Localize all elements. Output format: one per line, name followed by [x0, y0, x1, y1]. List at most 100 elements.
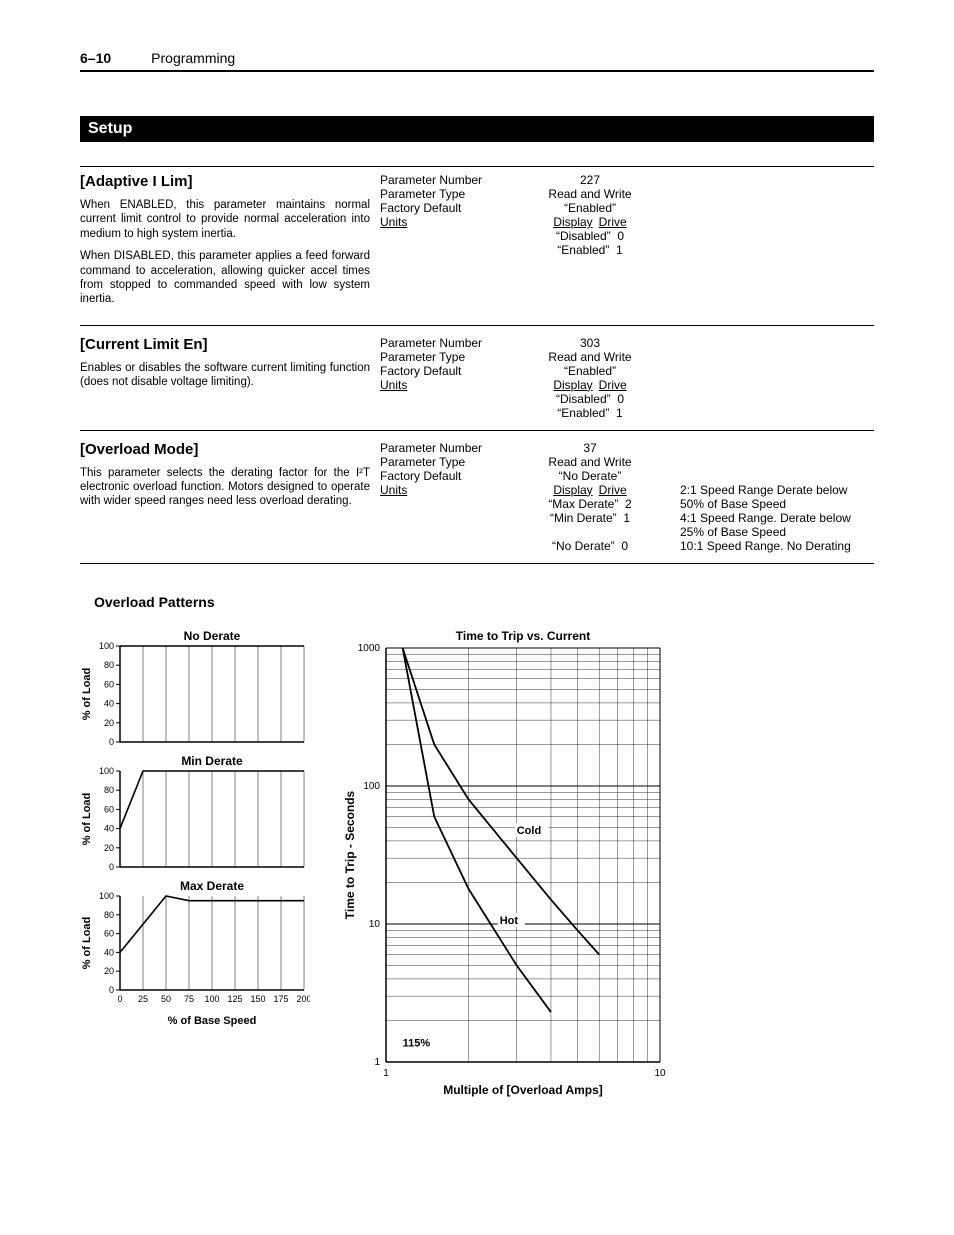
- svg-text:25: 25: [138, 994, 148, 1004]
- unit-description: 2:1 Speed Range Derate below 50% of Base…: [680, 483, 874, 511]
- unit-description: [680, 406, 874, 420]
- factory-default-value: “No Derate”: [500, 469, 680, 483]
- parameter-description: When ENABLED, this parameter maintains n…: [80, 198, 370, 241]
- y-tick-label: 80: [104, 660, 114, 670]
- derate-chart: 0 20 40 60 80 100 Min Derate % of Load: [80, 753, 310, 873]
- y-tick-label: 20: [104, 717, 114, 727]
- unit-display-value: “No Derate”: [552, 539, 615, 553]
- unit-drive-value: 0: [621, 539, 628, 553]
- y-tick-label: 0: [109, 862, 114, 872]
- param-number-label: Parameter Number: [380, 441, 500, 455]
- y-tick-label: 100: [363, 781, 380, 792]
- param-number-value: 37: [500, 441, 680, 455]
- parameter-title: [Current Limit En]: [80, 336, 370, 353]
- svg-text:75: 75: [184, 994, 194, 1004]
- units-display-header: Display: [553, 215, 592, 229]
- svg-text:175: 175: [273, 994, 288, 1004]
- unit-drive-value: 1: [616, 406, 623, 420]
- parameter-title: [Adaptive I Lim]: [80, 173, 370, 190]
- chart-annotation: Hot: [500, 915, 519, 927]
- y-tick-label: 60: [104, 804, 114, 814]
- units-display-header: Display: [553, 378, 592, 392]
- parameter-block: [Overload Mode] This parameter selects t…: [80, 441, 874, 564]
- param-number-value: 227: [500, 173, 680, 187]
- chapter-title: Programming: [151, 50, 235, 66]
- time-to-trip-chart: 1 10 100 1000 1 10 Cold Hot 115% Time to Trip vs.…: [340, 628, 670, 1098]
- y-axis-label: % of Load: [81, 792, 93, 845]
- x-axis-label: Multiple of [Overload Amps]: [443, 1083, 603, 1097]
- svg-text:40: 40: [104, 947, 114, 957]
- units-label: Units: [380, 215, 407, 229]
- unit-description: [680, 378, 874, 406]
- y-axis-label: Time to Trip - Seconds: [343, 790, 357, 919]
- y-tick-label: 80: [104, 785, 114, 795]
- parameter-block: [Current Limit En] Enables or disables t…: [80, 336, 874, 431]
- chart-title: Time to Trip vs. Current: [456, 629, 590, 643]
- y-tick-label: 10: [369, 919, 381, 930]
- param-type-label: Parameter Type: [380, 455, 500, 469]
- svg-text:125: 125: [227, 994, 242, 1004]
- svg-text:150: 150: [250, 994, 265, 1004]
- factory-default-value: “Enabled”: [500, 201, 680, 215]
- unit-drive-value: 1: [616, 243, 623, 257]
- factory-default-label: Factory Default: [380, 469, 500, 483]
- y-tick-label: 1: [374, 1057, 380, 1068]
- derate-chart: 0 20 40 60 80 100 0 25 50 75 100 125 150 175 200 Max De…: [80, 878, 310, 1028]
- y-tick-label: 1000: [358, 643, 381, 654]
- unit-display-value: “Disabled”: [556, 392, 611, 406]
- param-type-value: Read and Write: [500, 350, 680, 364]
- units-drive-header: Drive: [599, 215, 627, 229]
- y-tick-label: 40: [104, 698, 114, 708]
- unit-display-value: “Enabled”: [557, 243, 609, 257]
- unit-display-value: “Enabled”: [557, 406, 609, 420]
- svg-text:0: 0: [109, 985, 114, 995]
- svg-text:0: 0: [117, 994, 122, 1004]
- units-label: Units: [380, 483, 407, 497]
- parameter-title: [Overload Mode]: [80, 441, 370, 458]
- x-tick-label: 1: [383, 1068, 389, 1079]
- unit-display-value: “Min Derate”: [550, 511, 617, 525]
- section-title: Setup: [80, 116, 874, 142]
- unit-display-value: “Disabled”: [556, 229, 611, 243]
- y-tick-label: 40: [104, 823, 114, 833]
- svg-text:100: 100: [99, 891, 114, 901]
- units-display-header: Display: [553, 483, 592, 497]
- factory-default-label: Factory Default: [380, 201, 500, 215]
- x-axis-label: % of Base Speed: [168, 1015, 257, 1027]
- y-tick-label: 100: [99, 641, 114, 651]
- derate-chart: 020406080100No Derate% of Load: [80, 628, 310, 748]
- unit-drive-value: 2: [625, 497, 632, 511]
- unit-drive-value: 0: [617, 229, 624, 243]
- unit-description: 10:1 Speed Range. No Derating: [680, 539, 874, 553]
- chart-title: No Derate: [184, 629, 241, 643]
- svg-text:200: 200: [296, 994, 310, 1004]
- chart-title: Max Derate: [180, 879, 244, 893]
- param-number-label: Parameter Number: [380, 336, 500, 350]
- units-label: Units: [380, 378, 407, 392]
- svg-text:100: 100: [204, 994, 219, 1004]
- x-tick-label: 10: [654, 1068, 666, 1079]
- unit-drive-value: 0: [617, 392, 624, 406]
- y-axis-label: % of Load: [81, 916, 93, 969]
- unit-drive-value: 1: [623, 511, 630, 525]
- chart-annotation: 115%: [403, 1037, 431, 1049]
- units-drive-header: Drive: [599, 378, 627, 392]
- unit-display-value: “Max Derate”: [548, 497, 618, 511]
- svg-text:20: 20: [104, 966, 114, 976]
- unit-description: [680, 243, 874, 257]
- factory-default-value: “Enabled”: [500, 364, 680, 378]
- factory-default-label: Factory Default: [380, 364, 500, 378]
- svg-text:80: 80: [104, 909, 114, 919]
- param-number-label: Parameter Number: [380, 173, 500, 187]
- y-tick-label: 20: [104, 842, 114, 852]
- page-number: 6–10: [80, 50, 111, 66]
- parameter-block: [Adaptive I Lim] When ENABLED, this para…: [80, 166, 874, 326]
- chart-title: Min Derate: [181, 754, 243, 768]
- param-type-value: Read and Write: [500, 187, 680, 201]
- unit-description: [680, 215, 874, 243]
- svg-text:60: 60: [104, 928, 114, 938]
- y-tick-label: 100: [99, 766, 114, 776]
- parameter-description: Enables or disables the software current…: [80, 361, 370, 390]
- chart-annotation: Cold: [517, 824, 541, 836]
- svg-text:50: 50: [161, 994, 171, 1004]
